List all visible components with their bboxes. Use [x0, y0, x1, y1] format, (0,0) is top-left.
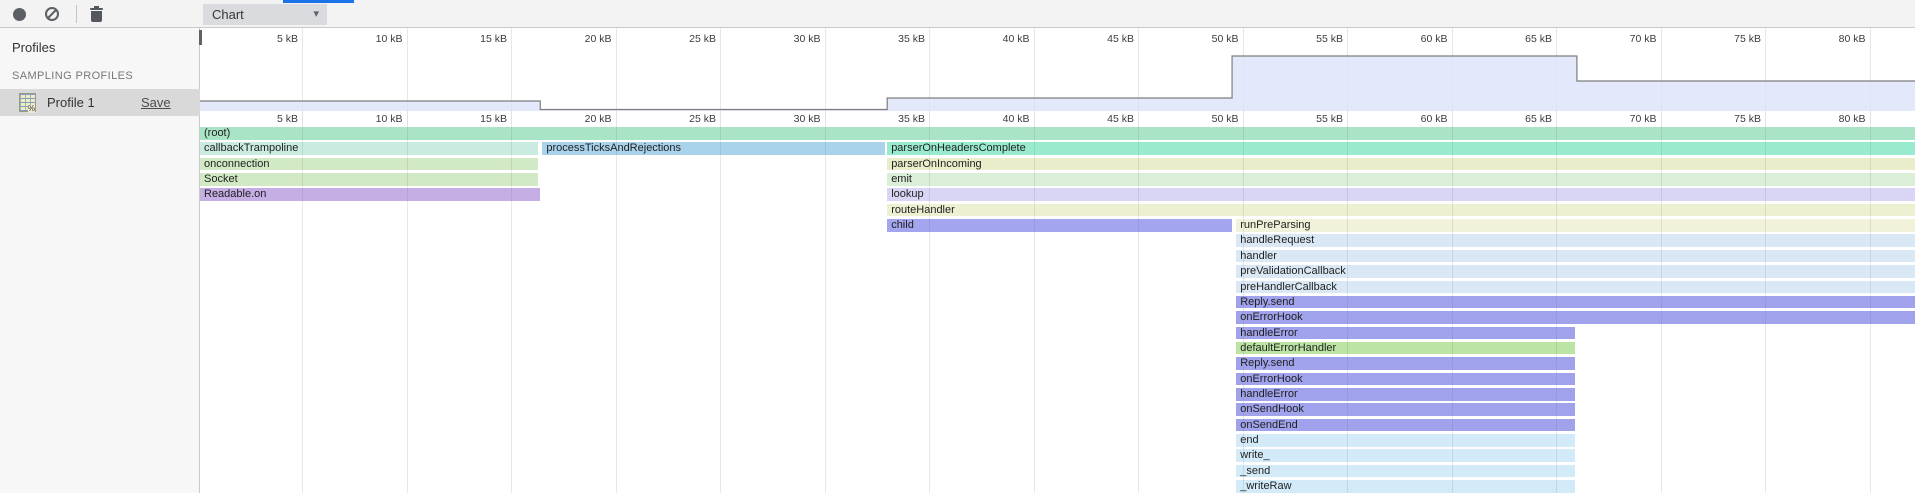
flame-frame[interactable]: callbackTrampoline — [200, 142, 538, 155]
flame-frame[interactable]: parserOnHeadersComplete — [887, 142, 1915, 155]
flame-frame[interactable]: handleError — [1236, 327, 1575, 340]
memory-overview-area-chart[interactable] — [200, 28, 1915, 111]
flame-frame[interactable]: onErrorHook — [1236, 373, 1575, 386]
gridline — [302, 111, 303, 126]
clear-icon — [45, 7, 59, 21]
flame-frame[interactable]: child — [887, 219, 1232, 232]
gridline — [720, 126, 721, 493]
flame-chart-ruler: 5 kB 10 kB 15 kB 20 kB 25 kB 30 kB 35 kB 40 kB 4… — [200, 111, 1915, 126]
gridline — [1661, 111, 1662, 126]
flame-frame[interactable]: Reply.send — [1236, 357, 1575, 370]
flame-frame[interactable]: routeHandler — [887, 204, 1915, 217]
gridline — [1243, 111, 1244, 126]
gridline — [825, 111, 826, 126]
flame-chart-panel: 5 kB 10 kB 15 kB 20 kB 25 kB 30 kB 35 kB 40 kB 4… — [200, 28, 1915, 493]
active-tab-indicator — [283, 0, 354, 3]
profiles-sidebar: Profiles SAMPLING PROFILES % Profile 1 S… — [0, 28, 200, 493]
gridline — [929, 111, 930, 126]
flame-frame[interactable]: runPreParsing — [1236, 219, 1915, 232]
flame-frame[interactable]: (root) — [200, 127, 1915, 140]
flame-frame[interactable]: Readable.on — [200, 188, 540, 201]
gridline — [1556, 111, 1557, 126]
ruler-tick-label: 80 kB — [1796, 113, 1866, 125]
gridline — [825, 126, 826, 493]
gridline — [1452, 111, 1453, 126]
ruler-tick-label: 70 kB — [1587, 113, 1657, 125]
toolbar: Chart ▾ — [0, 0, 1915, 28]
delete-profile-button[interactable] — [82, 0, 110, 28]
record-profile-button[interactable] — [6, 0, 34, 28]
gridline — [407, 111, 408, 126]
view-mode-select[interactable]: Chart ▾ — [203, 4, 327, 25]
profile-table-icon: % — [19, 93, 36, 112]
ruler-tick-label: 50 kB — [1169, 113, 1239, 125]
gridline — [1138, 111, 1139, 126]
flame-frame[interactable]: preValidationCallback — [1236, 265, 1915, 278]
clear-profiles-button[interactable] — [38, 0, 66, 28]
flame-frame[interactable]: handleError — [1236, 388, 1575, 401]
sidebar-item-profile-1[interactable]: % Profile 1 Save — [0, 89, 200, 116]
chevron-down-icon: ▾ — [313, 4, 319, 25]
flame-frame[interactable]: _send — [1236, 465, 1575, 478]
sampling-profiles-heading: SAMPLING PROFILES — [12, 70, 133, 82]
flame-frame[interactable]: write_ — [1236, 449, 1575, 462]
gridline — [1870, 111, 1871, 126]
trash-icon — [90, 6, 103, 22]
ruler-tick-label: 20 kB — [542, 113, 612, 125]
flame-frame[interactable]: Socket — [200, 173, 538, 186]
flame-frame[interactable]: preHandlerCallback — [1236, 281, 1915, 294]
record-icon — [13, 8, 26, 21]
save-profile-link[interactable]: Save — [141, 95, 171, 110]
flame-frame[interactable]: onSendEnd — [1236, 419, 1575, 432]
flame-frame[interactable]: handler — [1236, 250, 1915, 263]
ruler-tick-label: 75 kB — [1691, 113, 1761, 125]
ruler-tick-label: 45 kB — [1064, 113, 1134, 125]
ruler-tick-label: 40 kB — [960, 113, 1030, 125]
gridline — [1034, 111, 1035, 126]
flame-frame[interactable]: end — [1236, 434, 1575, 447]
flame-chart-area: (root) callbackTrampoline processTicksAndR… — [200, 126, 1915, 493]
flame-frame[interactable]: emit — [887, 173, 1915, 186]
ruler-tick-label: 30 kB — [751, 113, 821, 125]
ruler-tick-label: 10 kB — [333, 113, 403, 125]
ruler-tick-label: 5 kB — [228, 113, 298, 125]
ruler-tick-label: 60 kB — [1378, 113, 1448, 125]
flame-frame[interactable]: Reply.send — [1236, 296, 1915, 309]
ruler-tick-label: 65 kB — [1482, 113, 1552, 125]
gridline — [1765, 111, 1766, 126]
view-mode-label: Chart — [212, 7, 244, 22]
gridline — [616, 111, 617, 126]
flame-frame[interactable]: onSendHook — [1236, 403, 1575, 416]
flame-frame[interactable]: parserOnIncoming — [887, 158, 1915, 171]
sidebar-title: Profiles — [12, 40, 55, 55]
memory-overview-pane[interactable]: 5 kB10 kB15 kB20 kB25 kB30 kB35 kB40 kB4… — [200, 28, 1915, 111]
ruler-tick-label: 25 kB — [646, 113, 716, 125]
flame-frame[interactable]: lookup — [887, 188, 1915, 201]
toolbar-divider — [76, 5, 77, 23]
flame-frame[interactable]: handleRequest — [1236, 234, 1915, 247]
flame-frame[interactable]: onconnection — [200, 158, 538, 171]
gridline — [720, 111, 721, 126]
gridline — [511, 111, 512, 126]
ruler-tick-label: 15 kB — [437, 113, 507, 125]
ruler-tick-label: 55 kB — [1273, 113, 1343, 125]
gridline — [616, 126, 617, 493]
ruler-tick-label: 35 kB — [855, 113, 925, 125]
flame-frame[interactable]: _writeRaw — [1236, 480, 1575, 493]
gridline — [1347, 111, 1348, 126]
flame-frame[interactable]: processTicksAndRejections — [542, 142, 885, 155]
profile-name: Profile 1 — [47, 95, 95, 110]
flame-frame[interactable]: onErrorHook — [1236, 311, 1915, 324]
flame-frame[interactable]: defaultErrorHandler — [1236, 342, 1575, 355]
